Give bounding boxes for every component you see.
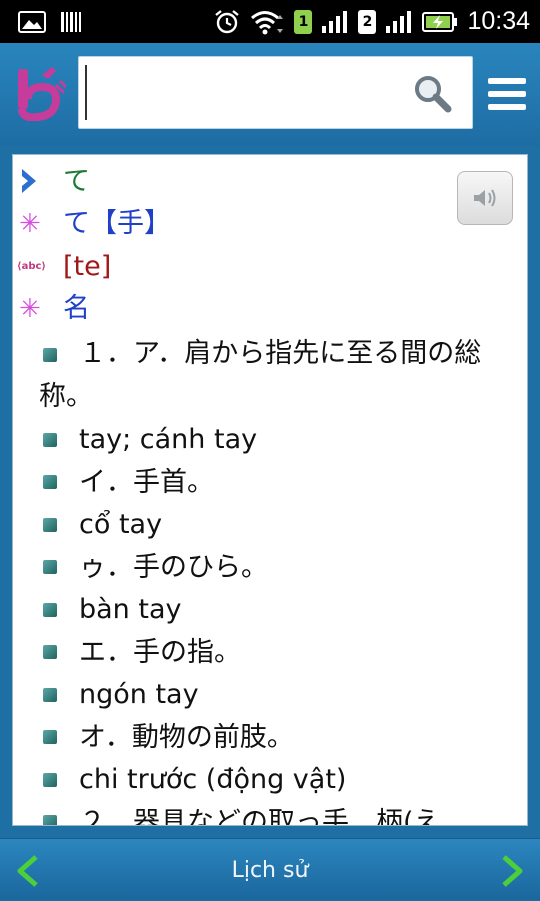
bullet-icon: [43, 347, 57, 362]
status-bar: 1 2 10:34: [0, 0, 540, 43]
definition-text: ゥ．手のひら。: [79, 551, 268, 583]
definition-first: １．ア．肩から指先に至る間の総称。: [39, 332, 519, 418]
part-of-speech-row: ✳ 名: [13, 295, 90, 322]
chevron-right-icon: [13, 167, 63, 195]
entry-part-of-speech: 名: [63, 293, 90, 324]
asterisk-icon: ✳: [19, 208, 41, 239]
search-icon[interactable]: [414, 75, 452, 113]
definition-text: tay; cánh tay: [79, 424, 258, 455]
sim2-badge: 2: [358, 9, 377, 34]
bottom-bar: Lịch sử: [0, 838, 540, 900]
definition-text: ngón tay: [79, 679, 199, 710]
pronunciation-row: ⟨abc⟩ [te]: [13, 253, 111, 280]
list-item: chi trước (động vật): [39, 758, 346, 801]
list-item: cổ tay: [39, 503, 162, 546]
definition-text: イ．手首。: [79, 466, 214, 498]
app-logo-icon[interactable]: [16, 65, 68, 122]
bullet-icon: [43, 687, 57, 702]
definition-text: オ．動物の前肢。: [79, 721, 294, 753]
list-item: bàn tay: [39, 588, 182, 631]
speaker-icon: [474, 189, 496, 207]
definition-text: chi trước (động vật): [79, 764, 347, 795]
abc-icon: ⟨abc⟩: [17, 260, 46, 272]
entry-headword: て【手】: [63, 208, 171, 239]
definition-text: エ．手の指。: [79, 636, 241, 668]
barcode-icon: [60, 10, 82, 34]
asterisk-icon: ✳: [19, 293, 41, 324]
definition-text: ２．器具などの取っ手．柄(え: [79, 806, 441, 826]
list-item: tay; cánh tay: [39, 418, 257, 461]
image-icon: [18, 10, 46, 33]
list-item: ２．器具などの取っ手．柄(え: [39, 801, 441, 826]
sim1-badge: 1: [294, 9, 313, 34]
clock: 10:34: [467, 7, 530, 35]
bullet-icon: [43, 517, 57, 532]
history-button[interactable]: Lịch sử: [0, 839, 540, 901]
bullet-icon: [43, 432, 57, 447]
list-item: ngón tay: [39, 673, 199, 716]
battery-charging-icon: [422, 10, 458, 34]
app-bar: [0, 43, 540, 146]
definition-text: １．ア．肩から指先に至る間の総称。: [39, 338, 482, 412]
search-box[interactable]: [78, 56, 473, 129]
entry-pronunciation: [te]: [63, 251, 112, 282]
bullet-icon: [43, 602, 57, 617]
list-item: オ．動物の前肢。: [39, 716, 294, 759]
speaker-button[interactable]: [457, 171, 513, 225]
kana-row: て: [13, 167, 90, 195]
definition-text: cổ tay: [79, 509, 163, 540]
entry-kana: て: [63, 165, 90, 197]
bullet-icon: [43, 815, 57, 825]
headword-row: ✳ て【手】: [13, 210, 171, 237]
list-item: イ．手首。: [39, 461, 214, 504]
bullet-icon: [43, 475, 57, 489]
search-input[interactable]: [85, 65, 405, 120]
bullet-icon: [43, 772, 57, 787]
alarm-icon: [214, 9, 240, 35]
signal-icon: [321, 10, 349, 34]
definition-text: bàn tay: [79, 594, 182, 625]
dictionary-entry-panel: て ✳ て【手】 ⟨abc⟩ [te] ✳ 名 １．ア．肩から指先に至る間の総称…: [12, 154, 528, 826]
chevron-right-icon[interactable]: [500, 855, 524, 887]
list-item: エ．手の指。: [39, 631, 241, 674]
wifi-icon: [249, 9, 285, 35]
bullet-icon: [43, 730, 57, 744]
signal-icon: [385, 10, 413, 34]
bullet-icon: [43, 645, 57, 659]
bullet-icon: [43, 560, 57, 574]
menu-icon[interactable]: [488, 76, 526, 112]
list-item: ゥ．手のひら。: [39, 546, 268, 589]
